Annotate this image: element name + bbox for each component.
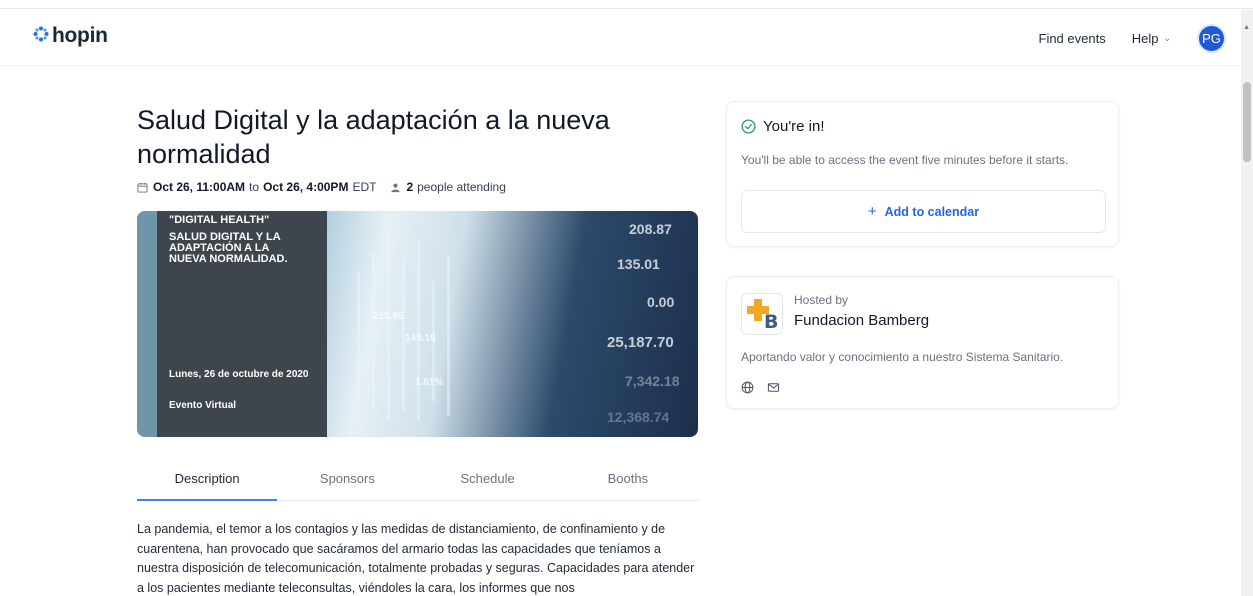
check-circle-icon [741, 119, 756, 134]
brand-name: hopin [52, 24, 108, 47]
scroll-up-arrow-icon[interactable]: ▲ [1243, 24, 1250, 31]
top-navigation-bar: hopin Find events Help ⌄ PG [0, 10, 1240, 66]
registration-status: You're in! [741, 118, 825, 135]
banner-number: 25,187.70 [607, 334, 674, 351]
hopin-logo[interactable]: hopin [33, 24, 108, 48]
banner-number: 12,368.74 [607, 409, 670, 425]
banner-mode: Evento Virtual [169, 400, 237, 411]
banner-subheading: SALUD DIGITAL Y LA ADAPTACIÓN A LA NUEVA… [169, 231, 288, 265]
event-to: to [249, 180, 260, 194]
banner-number: 7,342.18 [625, 373, 680, 389]
tab-booths[interactable]: Booths [558, 460, 698, 500]
access-note: You'll be able to access the event five … [741, 153, 1069, 167]
host-description: Aportando valor y conocimiento a nuestro… [741, 350, 1064, 364]
banner-number: 149.16 [405, 333, 436, 344]
plus-icon: + [867, 203, 877, 220]
status-text: You're in! [763, 118, 825, 135]
calendar-icon [137, 182, 148, 193]
registration-card: You're in! You'll be able to access the … [726, 101, 1119, 247]
globe-icon[interactable] [741, 381, 754, 394]
banner-left-strip [137, 211, 157, 437]
banner-date: Lunes, 26 de octubre de 2020 [169, 369, 309, 380]
find-events-link[interactable]: Find events [1039, 31, 1106, 46]
event-timezone: EDT [352, 180, 377, 194]
tab-description[interactable]: Description [137, 460, 278, 501]
host-logo-letter: B [764, 311, 779, 333]
event-tabs: Description Sponsors Schedule Booths [137, 460, 698, 501]
attending-count: 2 [406, 180, 414, 194]
banner-number: 0.00 [647, 294, 675, 310]
banner-number: 135.01 [617, 256, 660, 272]
host-links [741, 381, 780, 394]
add-to-calendar-button[interactable]: + Add to calendar [741, 190, 1106, 233]
host-card: B Hosted by Fundacion Bamberg Aportando … [726, 276, 1119, 409]
help-label: Help [1131, 31, 1159, 46]
banner-heading: "DIGITAL HEALTH" [169, 214, 270, 226]
person-icon [391, 183, 401, 192]
help-menu[interactable]: Help ⌄ [1132, 31, 1171, 46]
event-start: Oct 26, 11:00AM [153, 180, 246, 194]
event-description: La pandemia, el temor a los contagios y … [137, 522, 695, 595]
page-scrollbar[interactable]: ▲ [1241, 10, 1253, 596]
header-nav: Find events Help ⌄ PG [1039, 24, 1226, 53]
banner-number: 210.95 [373, 311, 404, 322]
tab-schedule[interactable]: Schedule [418, 460, 558, 500]
tab-sponsors[interactable]: Sponsors [277, 460, 417, 500]
host-name[interactable]: Fundacion Bamberg [794, 312, 929, 329]
hosted-by-label: Hosted by [794, 293, 849, 307]
event-banner-image: 208.87 135.01 0.00 25,187.70 210.95 149.… [137, 211, 698, 437]
banner-number: 1.61% [415, 377, 444, 388]
attending-label: people attending [417, 180, 506, 194]
event-meta: Oct 26, 11:00AM to Oct 26, 4:00PM EDT 2 … [137, 180, 506, 194]
event-title: Salud Digital y la adaptación a la nueva… [137, 105, 610, 169]
host-logo[interactable]: B [741, 293, 783, 335]
chevron-down-icon: ⌄ [1163, 33, 1171, 43]
hopin-logo-icon [33, 26, 49, 47]
event-end: Oct 26, 4:00PM [263, 180, 349, 194]
scrollbar-thumb[interactable] [1243, 82, 1251, 162]
user-avatar[interactable]: PG [1197, 24, 1226, 53]
banner-text-panel: "DIGITAL HEALTH" SALUD DIGITAL Y LA ADAP… [157, 211, 327, 437]
mail-icon[interactable] [767, 381, 780, 394]
browser-top-edge [0, 0, 1253, 9]
banner-number: 208.87 [629, 221, 672, 237]
add-to-calendar-label: Add to calendar [884, 204, 980, 219]
